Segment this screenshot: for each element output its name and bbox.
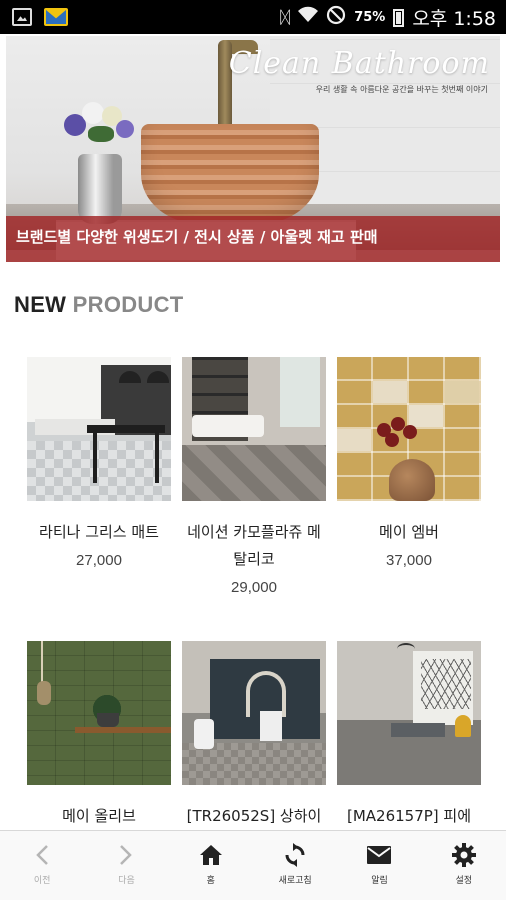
flowers xyxy=(58,96,148,162)
hero-banner[interactable]: Clean Bathroom 우리 생활 속 아름다운 공간을 바꾸는 첫번째 … xyxy=(6,36,500,262)
refresh-icon xyxy=(281,841,309,869)
product-name[interactable]: 메이 올리브 xyxy=(27,803,171,830)
bottom-nav: 이전 다음 홈 새로고침 알림 설정 xyxy=(0,830,506,900)
vibrate-icon: ᛞ xyxy=(280,7,291,28)
battery-icon xyxy=(393,8,405,27)
nav-notice-button[interactable]: 알림 xyxy=(337,831,421,900)
product-name[interactable]: [TR26052S] 상하이 xyxy=(182,803,326,830)
product-name[interactable]: 메이 엠버 xyxy=(337,519,481,546)
product-name[interactable]: 라티나 그리스 매트 xyxy=(27,519,171,546)
nav-forward-label: 다음 xyxy=(118,876,135,886)
chevron-right-icon xyxy=(112,841,140,869)
banner-strip: 브랜드별 다양한 위생도기 / 전시 상품 / 아울렛 재고 판매 xyxy=(6,216,500,262)
product-name[interactable]: 네이션 카모플라쥬 메 탈리코 xyxy=(182,519,326,573)
product-image[interactable] xyxy=(27,357,171,501)
product-image[interactable] xyxy=(182,641,326,785)
nav-refresh-button[interactable]: 새로고침 xyxy=(253,831,337,900)
section-title-new: NEW xyxy=(14,292,67,317)
wifi-icon xyxy=(298,6,319,29)
product-price: 29,000 xyxy=(231,579,277,596)
image-icon xyxy=(12,8,32,26)
product-image[interactable] xyxy=(337,357,481,501)
home-icon xyxy=(197,841,225,869)
mail-icon xyxy=(365,841,393,869)
gear-icon xyxy=(450,841,478,869)
battery-percent: 75% xyxy=(354,10,386,25)
product-card[interactable]: [MA26157P] 피에 xyxy=(337,641,481,830)
status-bar: ᛞ 75% 오후 1:58 xyxy=(0,0,506,34)
section-title-product: PRODUCT xyxy=(72,292,184,317)
product-image[interactable] xyxy=(27,641,171,785)
product-name[interactable]: [MA26157P] 피에 xyxy=(337,803,481,830)
product-image[interactable] xyxy=(337,641,481,785)
vase xyxy=(78,154,122,224)
nav-settings-label: 설정 xyxy=(455,876,473,886)
section-title: NEW PRODUCT xyxy=(14,292,184,318)
mail-notification-icon xyxy=(44,8,68,26)
nav-notice-label: 알림 xyxy=(371,876,388,886)
nav-settings-button[interactable]: 설정 xyxy=(422,831,506,900)
clock: 오후 1:58 xyxy=(412,8,496,30)
vessel-basin xyxy=(141,124,319,224)
nav-back-label: 이전 xyxy=(33,876,51,886)
nav-back-button[interactable]: 이전 xyxy=(0,831,84,900)
nav-refresh-label: 새로고침 xyxy=(278,876,312,886)
product-card[interactable]: 네이션 카모플라쥬 메 탈리코 29,000 xyxy=(182,357,326,596)
product-card[interactable]: 라티나 그리스 매트 27,000 xyxy=(27,357,171,569)
product-card[interactable]: 메이 엠버 37,000 xyxy=(337,357,481,569)
product-card[interactable]: 메이 올리브 xyxy=(27,641,171,830)
chevron-left-icon xyxy=(28,841,56,869)
nav-forward-button[interactable]: 다음 xyxy=(84,831,168,900)
banner-script-title: Clean Bathroom xyxy=(228,46,490,81)
product-price: 27,000 xyxy=(76,552,122,569)
product-image[interactable] xyxy=(182,357,326,501)
do-not-disturb-icon xyxy=(326,5,346,30)
product-card[interactable]: [TR26052S] 상하이 xyxy=(182,641,326,830)
nav-home-label: 홈 xyxy=(206,876,215,886)
product-price: 37,000 xyxy=(386,552,432,569)
banner-strip-text: 브랜드별 다양한 위생도기 / 전시 상품 / 아울렛 재고 판매 xyxy=(16,228,378,246)
banner-subtitle: 우리 생활 속 아름다운 공간을 바꾸는 첫번째 이야기 xyxy=(315,85,488,94)
nav-home-button[interactable]: 홈 xyxy=(169,831,253,900)
